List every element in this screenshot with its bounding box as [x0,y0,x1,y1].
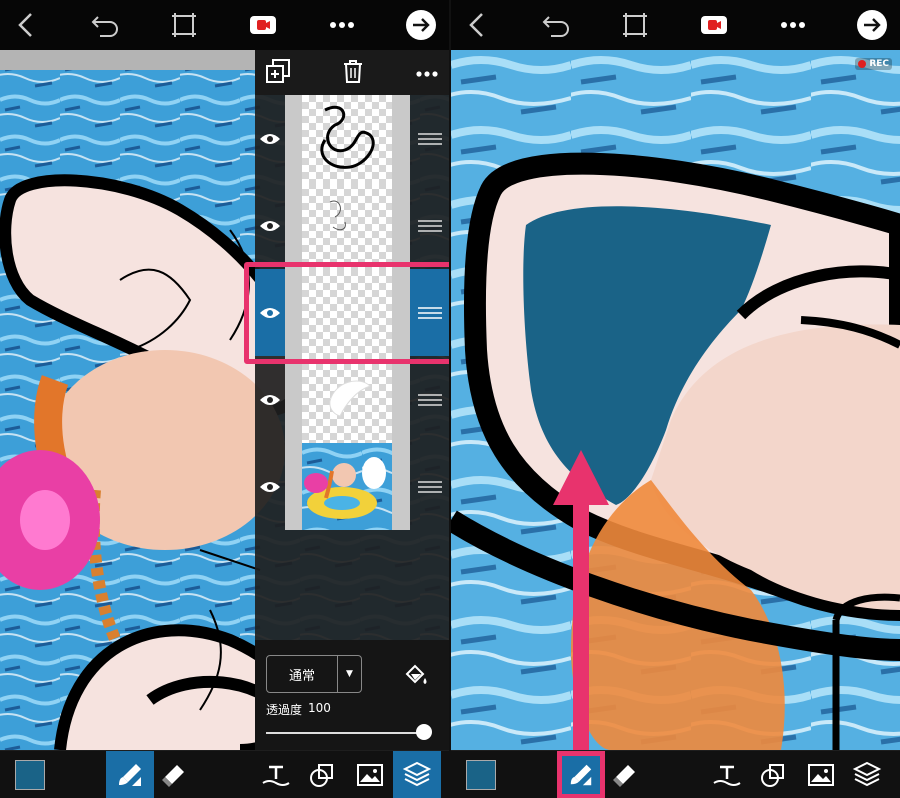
drag-handle-icon[interactable] [410,182,449,269]
record-icon[interactable] [696,7,732,43]
blend-mode-label: 通常 [288,668,315,684]
back-icon[interactable] [459,7,495,43]
crop-icon[interactable] [166,7,202,43]
opacity-label: 透過度 [266,703,303,717]
recording-label: REC [869,59,889,69]
more-icon[interactable] [775,7,811,43]
next-icon[interactable] [403,7,439,43]
drag-handle-icon[interactable] [410,95,449,182]
layer-thumbnail [285,443,410,530]
opacity-row: 透過度 100 [266,701,331,718]
right-screen: REC [451,0,900,798]
top-toolbar [451,0,900,50]
record-icon[interactable] [245,7,281,43]
brush-icon[interactable] [557,751,605,798]
opacity-value: 100 [308,701,331,715]
image-icon[interactable] [801,755,841,795]
text-icon[interactable] [256,755,296,795]
layers-panel: 通常 ▼ 透過度 100 [255,50,449,750]
bottom-toolbar [0,750,449,798]
fill-bucket-icon[interactable] [403,662,429,692]
brush-icon[interactable] [106,751,154,798]
eye-icon[interactable] [255,182,285,269]
eye-icon[interactable] [255,356,285,443]
selected-layer-highlight [244,262,449,364]
duplicate-layer-icon[interactable] [265,58,291,88]
canvas-artwork [451,50,900,750]
eye-icon[interactable] [255,443,285,530]
layer-row[interactable] [255,356,449,443]
shape-icon[interactable] [302,755,342,795]
layer-row[interactable] [255,182,449,269]
layer-row[interactable] [255,443,449,530]
color-swatch[interactable] [10,755,50,795]
crop-icon[interactable] [617,7,653,43]
layer-thumbnail [285,182,410,269]
image-icon[interactable] [350,755,390,795]
next-icon[interactable] [854,7,890,43]
blend-mode-select[interactable]: 通常 ▼ [266,655,362,693]
undo-icon[interactable] [87,7,123,43]
color-swatch[interactable] [461,755,501,795]
left-screen: 通常 ▼ 透過度 100 [0,0,449,798]
layers-toolbar [255,50,449,95]
layer-thumbnail [285,95,410,182]
layer-thumbnail [285,356,410,443]
eraser-icon[interactable] [154,755,194,795]
opacity-slider-track[interactable] [266,732,430,734]
trash-icon[interactable] [342,58,364,88]
top-toolbar [0,0,449,50]
more-icon[interactable] [415,63,439,82]
more-icon[interactable] [324,7,360,43]
bottom-toolbar [451,750,900,798]
layers-icon[interactable] [393,751,441,798]
text-icon[interactable] [707,755,747,795]
shape-icon[interactable] [753,755,793,795]
layers-icon[interactable] [847,755,887,795]
eye-icon[interactable] [255,95,285,182]
eraser-icon[interactable] [605,755,645,795]
recording-dot-icon [858,60,867,68]
arrow-annotation [553,450,609,750]
recording-badge: REC [855,58,892,70]
drag-handle-icon[interactable] [410,443,449,530]
opacity-slider-thumb[interactable] [416,724,432,740]
dropdown-arrow-icon: ▼ [337,656,361,692]
layer-properties: 通常 ▼ 透過度 100 [255,640,449,750]
back-icon[interactable] [8,7,44,43]
layer-row[interactable] [255,95,449,182]
undo-icon[interactable] [538,7,574,43]
drawing-canvas-zoomed[interactable] [451,50,900,750]
drag-handle-icon[interactable] [410,356,449,443]
